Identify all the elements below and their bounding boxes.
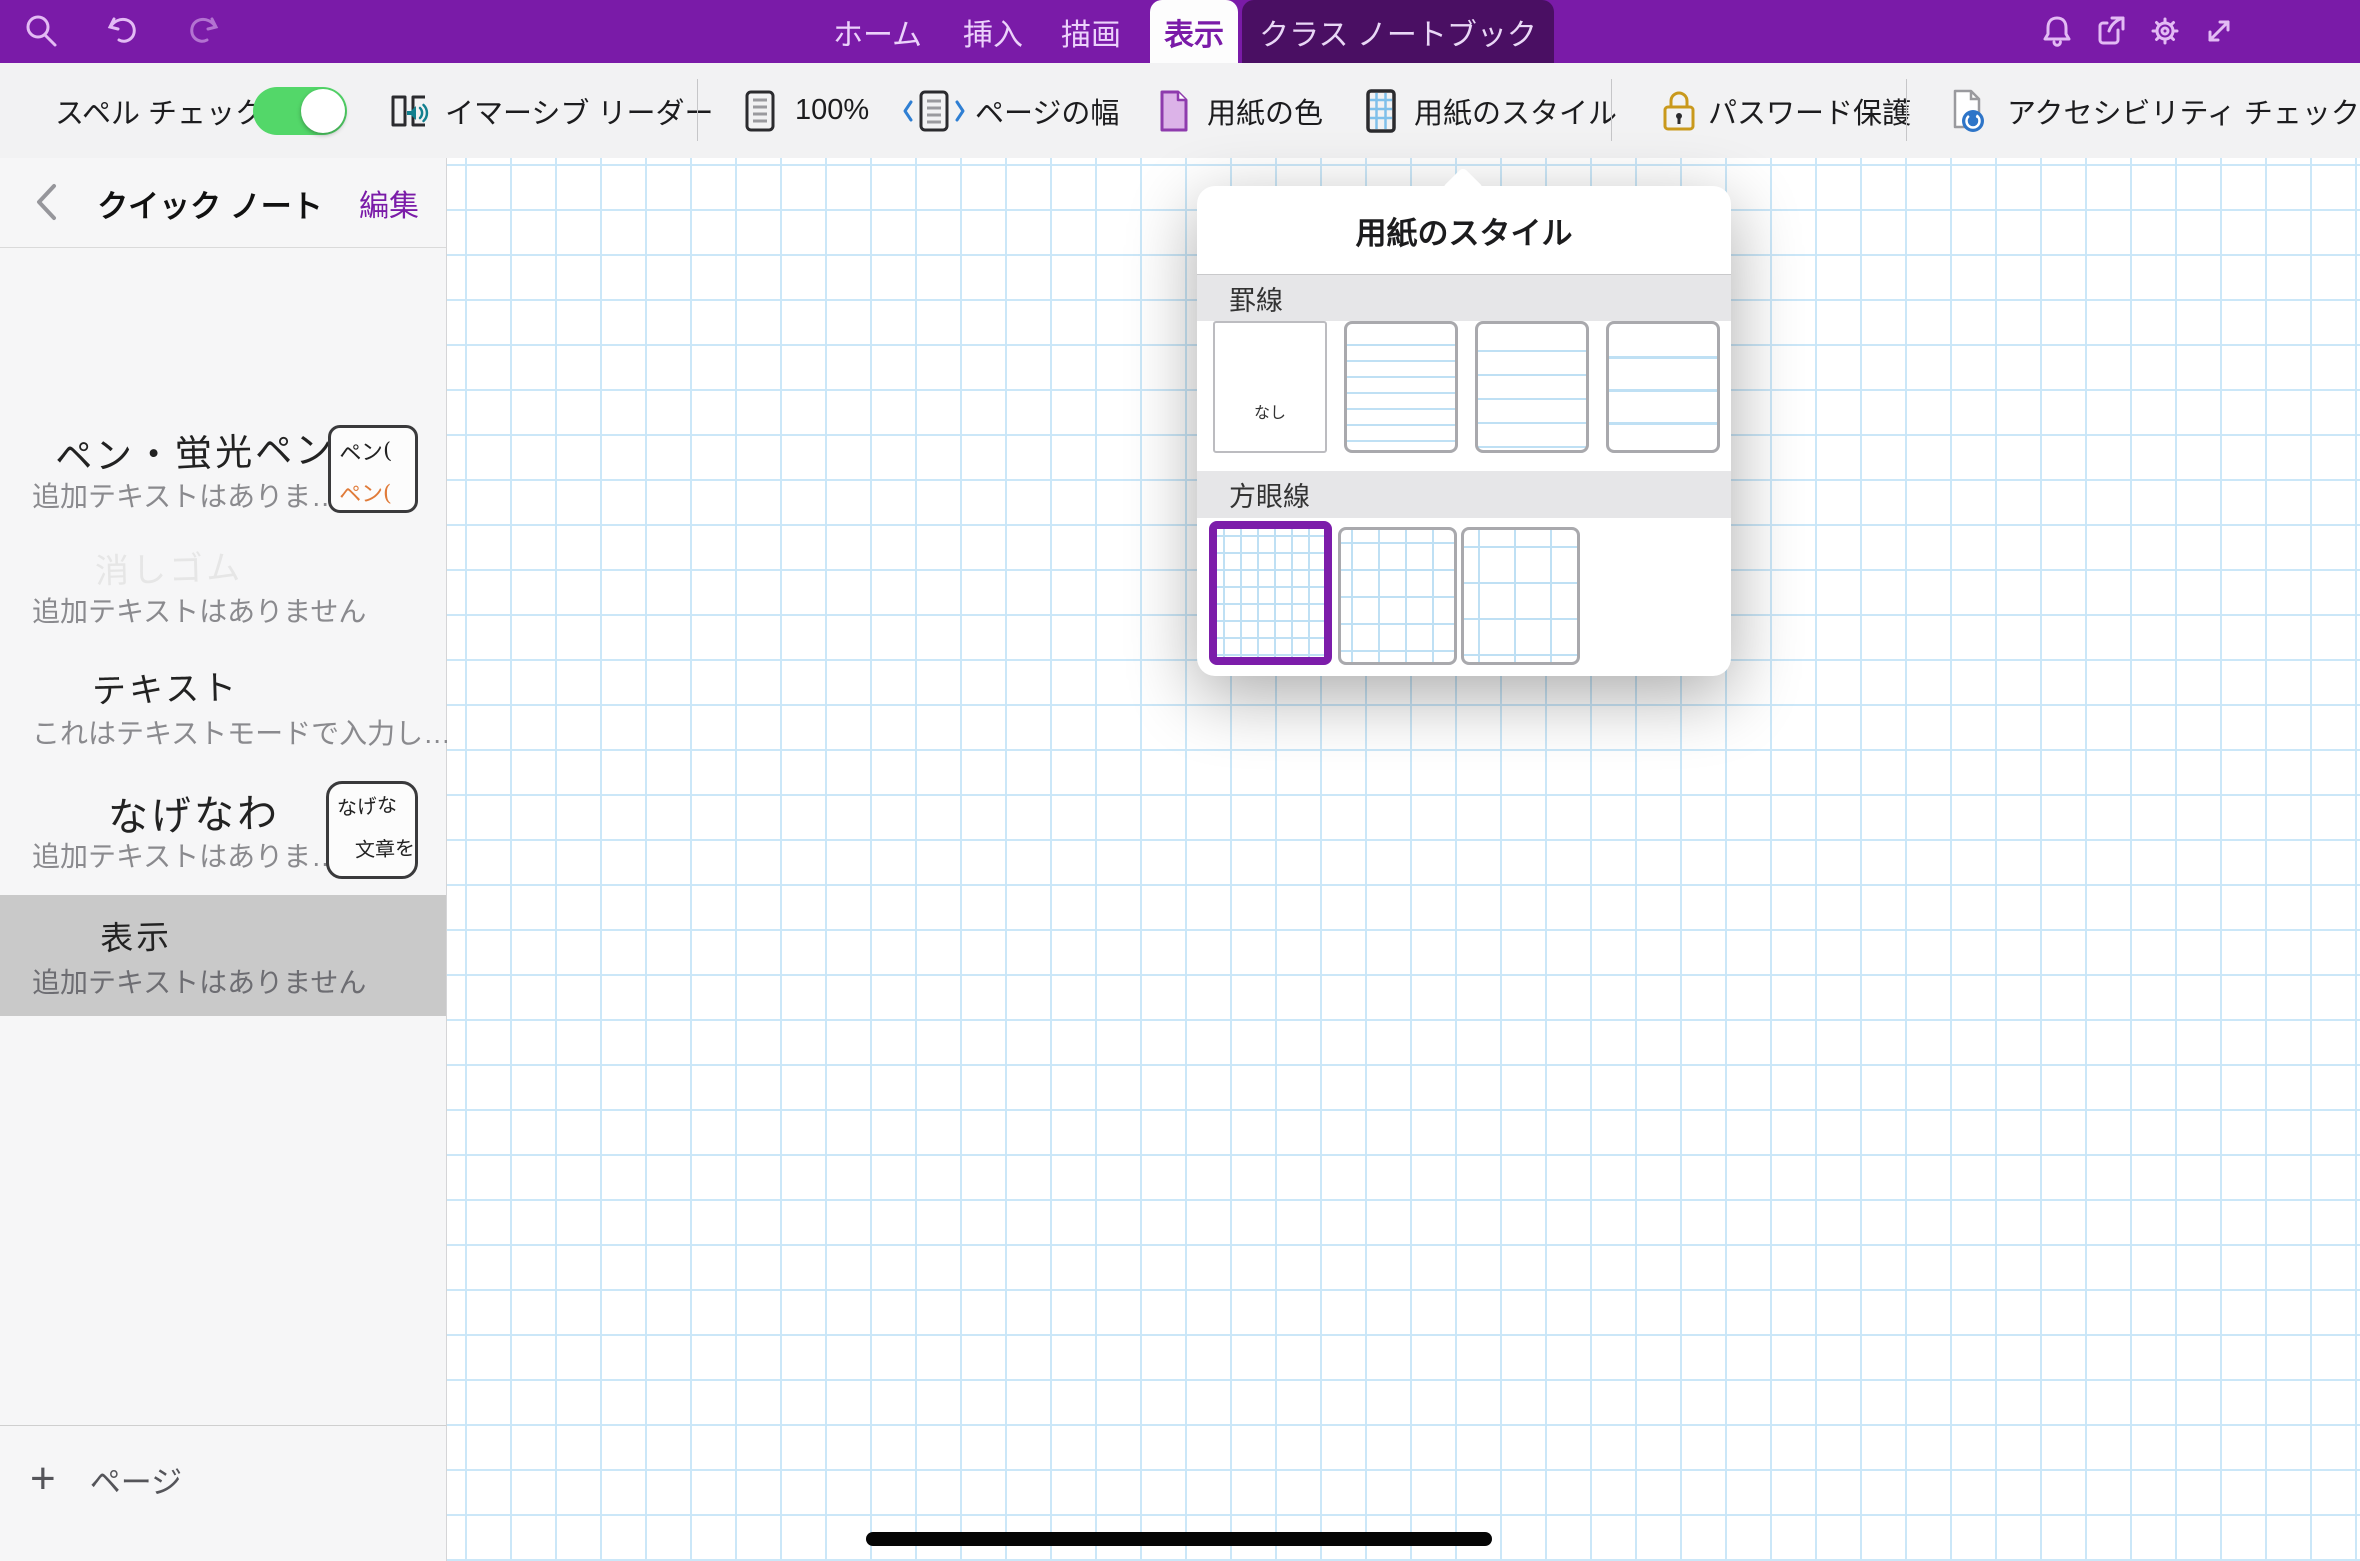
thumbnail-ink-line1: なげな: [336, 788, 408, 822]
page-item-subtitle: 追加テキストはありません: [32, 961, 366, 1001]
zoom-doc-icon: [736, 87, 784, 135]
paper-style-button[interactable]: 用紙のスタイル: [1414, 63, 1617, 158]
tab-draw[interactable]: 描画: [1058, 0, 1124, 63]
paper-style-option-ruled-narrow[interactable]: [1344, 321, 1458, 453]
add-page-button[interactable]: + ページ: [30, 1454, 182, 1504]
settings-gear-icon[interactable]: [2146, 12, 2184, 50]
toggle-knob: [301, 89, 345, 133]
thumbnail-ink-line2: 文章を: [355, 832, 408, 863]
tab-view[interactable]: 表示: [1150, 0, 1238, 63]
page-item-subtitle: 追加テキストはありません: [32, 590, 366, 630]
spell-check-label: スペル チェック: [55, 63, 264, 158]
page-item-lasso[interactable]: なげなわ 追加テキストはありま… なげな 文章を: [0, 773, 446, 885]
section-title: クイック ノート: [70, 158, 350, 248]
tab-class-notebook-label: クラス ノートブック: [1259, 10, 1537, 54]
password-lock-icon: [1655, 87, 1703, 135]
accessibility-check-icon: [1943, 87, 1991, 135]
page-item-title: 消しゴム: [94, 540, 243, 593]
title-bar: ホーム 挿入 描画 表示 クラス ノートブック: [0, 0, 2360, 63]
page-item-title: テキスト: [91, 660, 239, 713]
zoom-level-button[interactable]: 100%: [795, 63, 869, 158]
tab-insert[interactable]: 挿入: [958, 0, 1028, 63]
password-protect-button[interactable]: パスワード保護: [1708, 63, 1911, 158]
page-thumbnail: ペン( ペン(: [328, 425, 418, 513]
page-item-title: ペン・蛍光ペン: [54, 419, 335, 480]
paper-style-option-grid-small-selected[interactable]: [1209, 521, 1332, 665]
tab-insert-label: 挿入: [963, 10, 1023, 54]
page-item-view-selected[interactable]: 表示 追加テキストはありません: [0, 895, 446, 1016]
grid-section-label: 方眼線: [1229, 475, 1310, 514]
paper-color-icon: [1150, 87, 1198, 135]
tab-home-label: ホーム: [833, 10, 922, 54]
add-page-label: ページ: [90, 1457, 182, 1502]
page-item-eraser[interactable]: 消しゴム 追加テキストはありません: [0, 540, 446, 632]
tab-home[interactable]: ホーム: [835, 0, 920, 63]
paper-style-option-grid-medium[interactable]: [1338, 527, 1457, 665]
page-item-subtitle: これはテキストモードで入力し…: [32, 712, 451, 752]
toolbar-separator: [1906, 79, 1907, 141]
view-ribbon-toolbar: スペル チェック イマーシブ リーダー 100% ページの幅: [0, 63, 2360, 159]
page-item-title: 表示: [99, 910, 172, 960]
edit-button[interactable]: 編集: [359, 158, 419, 248]
page-item-title: なげなわ: [107, 781, 280, 843]
fullscreen-expand-icon[interactable]: [2200, 12, 2238, 50]
paper-style-option-grid-large[interactable]: [1461, 527, 1580, 665]
page-item-subtitle: 追加テキストはありま…: [32, 835, 339, 875]
page-thumbnail: なげな 文章を: [326, 781, 418, 879]
home-indicator-bar[interactable]: [866, 1532, 1492, 1546]
page-width-button[interactable]: ページの幅: [975, 63, 1119, 158]
notifications-bell-icon[interactable]: [2038, 12, 2076, 50]
grid-section-header: 方眼線: [1197, 471, 1731, 518]
page-item-text[interactable]: テキスト これはテキストモードで入力し…: [0, 658, 446, 753]
thumbnail-ink-orange: ペン(: [338, 475, 407, 509]
paper-color-button[interactable]: 用紙の色: [1207, 63, 1323, 158]
tab-draw-label: 描画: [1061, 10, 1121, 54]
page-list-sidebar: クイック ノート 編集 ペン・蛍光ペン 追加テキストはありま… ペン( ペン( …: [0, 158, 447, 1561]
page-item-pen-highlighter[interactable]: ペン・蛍光ペン 追加テキストはありま… ペン( ペン(: [0, 413, 446, 533]
popover-title: 用紙のスタイル: [1197, 186, 1731, 274]
toolbar-separator: [1611, 79, 1612, 141]
tab-class-notebook[interactable]: クラス ノートブック: [1242, 0, 1554, 63]
ribbon-tabs: ホーム 挿入 描画 表示 クラス ノートブック: [0, 0, 2360, 63]
back-chevron-icon[interactable]: [30, 180, 70, 224]
accessibility-check-button[interactable]: アクセシビリティ チェック: [2007, 63, 2360, 158]
paper-style-popover: 用紙のスタイル 罫線 なし 方眼線: [1197, 186, 1731, 676]
paper-style-option-ruled-medium[interactable]: [1475, 321, 1589, 453]
paper-style-icon: [1357, 87, 1405, 135]
sidebar-footer: + ページ: [0, 1425, 446, 1561]
page-width-icon: [903, 87, 965, 135]
paper-style-option-none[interactable]: なし: [1213, 321, 1327, 453]
thumbnail-ink-black: ペン(: [338, 432, 408, 469]
sidebar-header: クイック ノート 編集: [0, 158, 446, 248]
onenote-app: ホーム 挿入 描画 表示 クラス ノートブック: [0, 0, 2360, 1561]
plus-icon: +: [30, 1454, 56, 1504]
immersive-reader-button[interactable]: イマーシブ リーダー: [445, 63, 713, 158]
toolbar-separator: [697, 79, 698, 141]
immersive-reader-icon: [385, 87, 433, 135]
none-option-label: なし: [1254, 399, 1286, 423]
spell-check-toggle[interactable]: [253, 87, 347, 135]
tab-view-label: 表示: [1164, 10, 1224, 54]
page-item-subtitle: 追加テキストはありま…: [32, 475, 339, 515]
rule-section-label: 罫線: [1229, 279, 1283, 318]
share-icon[interactable]: [2092, 12, 2130, 50]
paper-style-option-ruled-wide[interactable]: [1606, 321, 1720, 453]
rule-section-header: 罫線: [1197, 274, 1731, 321]
